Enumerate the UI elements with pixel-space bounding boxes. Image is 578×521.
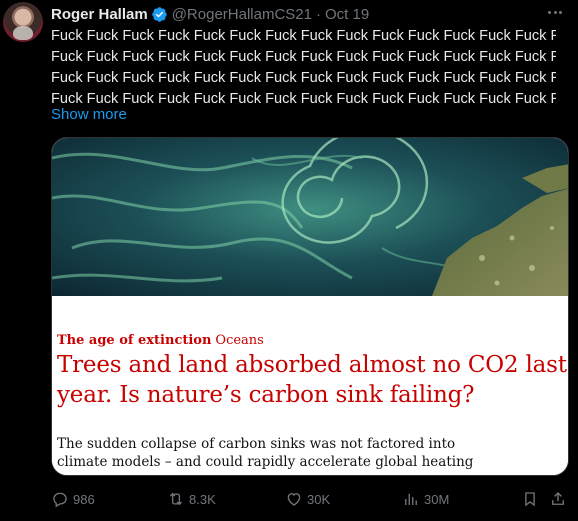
author-name[interactable]: Roger Hallam (51, 6, 148, 23)
tweet-text-line: Fuck Fuck Fuck Fuck Fuck Fuck Fuck Fuck … (51, 70, 556, 86)
card-subsection: Oceans (215, 333, 264, 348)
avatar[interactable] (3, 2, 43, 42)
views-count: 30M (424, 491, 450, 507)
reply-count: 986 (73, 491, 95, 507)
like-button[interactable]: 30K (285, 487, 330, 511)
like-count: 30K (307, 491, 331, 507)
link-card[interactable]: The age of extinction Oceans Trees and la… (51, 137, 569, 476)
card-section: The age of extinction (57, 333, 212, 348)
separator-dot: · (315, 5, 321, 23)
like-icon (287, 493, 301, 506)
tweet-text: Fuck Fuck Fuck Fuck Fuck Fuck Fuck Fuck … (51, 26, 556, 110)
card-body: The age of extinction Oceans Trees and la… (52, 296, 568, 475)
repost-icon (169, 492, 183, 506)
standfirst-line: climate models – and could rapidly accel… (57, 454, 474, 470)
more-icon[interactable] (544, 3, 566, 21)
repost-count: 8.3K (189, 491, 216, 507)
bookmark-icon (525, 492, 535, 507)
tweet-text-line: Fuck Fuck Fuck Fuck Fuck Fuck Fuck Fuck … (51, 28, 556, 44)
tweet-text-line: Fuck Fuck Fuck Fuck Fuck Fuck Fuck Fuck … (51, 49, 556, 65)
reply-button[interactable]: 986 (51, 487, 95, 511)
action-bar: 986 8.3K 30K 30M (51, 487, 571, 511)
card-kicker: The age of extinction Oceans (57, 333, 264, 348)
views-icon (405, 493, 417, 505)
card-standfirst: The sudden collapse of carbon sinks was … (57, 435, 567, 471)
card-headline: Trees and land absorbed almost no CO2 la… (57, 352, 567, 408)
bookmark-button[interactable] (521, 487, 539, 511)
author-handle[interactable]: @RogerHallamCS21 (172, 6, 312, 23)
repost-button[interactable]: 8.3K (167, 487, 216, 511)
views-button[interactable]: 30M (402, 487, 449, 511)
tweet-date[interactable]: Oct 19 (325, 6, 369, 23)
reply-icon (53, 492, 67, 508)
standfirst-line: The sudden collapse of carbon sinks was … (57, 436, 456, 452)
verified-badge-icon (151, 6, 167, 22)
share-button[interactable] (549, 487, 567, 511)
show-more-link[interactable]: Show more (51, 106, 127, 123)
card-image (52, 138, 568, 296)
tweet-header: Roger Hallam @RogerHallamCS21 · Oct 19 (51, 4, 369, 24)
share-icon (552, 492, 564, 505)
